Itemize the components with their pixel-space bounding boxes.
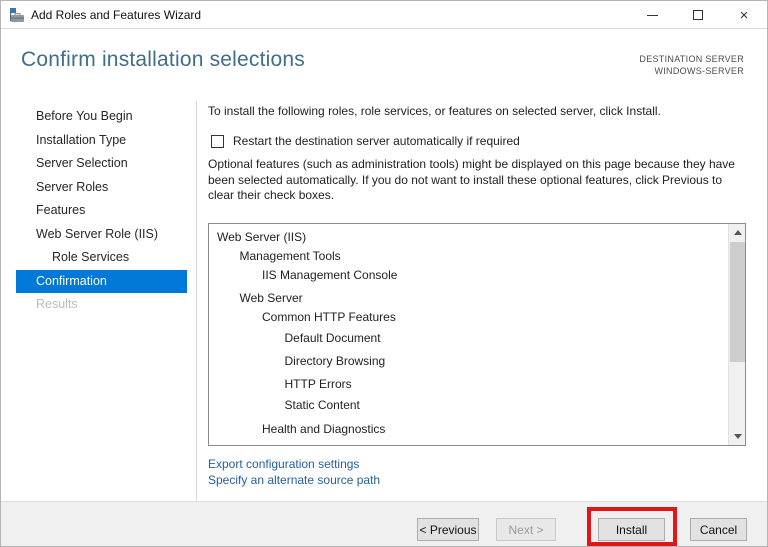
feature-tree-item: Common HTTP Features	[262, 310, 396, 324]
feature-tree: Web Server (IIS) Management Tools IIS Mana…	[209, 224, 728, 445]
minimize-button[interactable]	[629, 1, 675, 29]
sidebar-item-results: Results	[36, 297, 78, 311]
minimize-icon	[646, 14, 658, 16]
feature-tree-item: Default Document	[284, 331, 381, 345]
optional-features-note: Optional features (such as administratio…	[208, 157, 735, 202]
maximize-icon	[693, 10, 703, 20]
chevron-up-icon	[733, 230, 742, 235]
title-bar: Add Roles and Features Wizard ×	[1, 1, 767, 29]
sidebar-divider	[196, 101, 197, 501]
chevron-down-icon	[733, 434, 742, 439]
close-button[interactable]: ×	[721, 1, 767, 29]
footer-links: Export configuration settings Specify an …	[208, 456, 380, 488]
sidebar-item-role-services[interactable]: Role Services	[16, 246, 187, 270]
scroll-down-button[interactable]	[729, 428, 745, 445]
restart-checkbox-label: Restart the destination server automatic…	[233, 134, 520, 148]
window-title: Add Roles and Features Wizard	[31, 7, 202, 22]
feature-tree-item: Web Server (IIS)	[217, 230, 307, 244]
feature-tree-item: Directory Browsing	[284, 354, 386, 368]
feature-tree-item: Web Server	[239, 291, 303, 305]
link-export-configuration-settings[interactable]: Export configuration settings	[208, 456, 380, 472]
scroll-up-button[interactable]	[729, 224, 745, 241]
maximize-button[interactable]	[675, 1, 721, 29]
feature-tree-item: Management Tools	[239, 249, 341, 263]
sidebar-item-before-you-begin[interactable]: Before You Begin	[16, 105, 187, 129]
close-icon: ×	[739, 6, 749, 24]
link-specify-an-alternate-source-path[interactable]: Specify an alternate source path	[208, 472, 380, 488]
install-button[interactable]: Install	[598, 518, 665, 541]
destination-server-name: WINDOWS-SERVER	[654, 66, 744, 76]
sidebar-item-features[interactable]: Features	[16, 199, 187, 223]
feature-tree-item: Health and Diagnostics	[262, 422, 386, 436]
intro-text: To install the following roles, role ser…	[208, 104, 661, 118]
destination-server-block: DESTINATION SERVER WINDOWS-SERVER	[639, 53, 744, 77]
feature-tree-item: Static Content	[284, 398, 360, 412]
selected-features-listbox[interactable]: Web Server (IIS) Management Tools IIS Mana…	[208, 223, 746, 446]
destination-server-label: DESTINATION SERVER	[639, 54, 744, 64]
cancel-button[interactable]: Cancel	[690, 518, 747, 541]
scrollbar-thumb[interactable]	[730, 242, 745, 362]
page-title: Confirm installation selections	[21, 48, 305, 71]
sidebar-item-installation-type[interactable]: Installation Type	[16, 129, 187, 153]
restart-checkbox-row[interactable]: Restart the destination server automatic…	[211, 134, 520, 148]
wizard-footer: < Previous Next > Install Cancel	[1, 502, 767, 546]
wizard-window: Add Roles and Features Wizard × Confirm …	[0, 0, 768, 547]
next-button: Next >	[496, 518, 556, 541]
sidebar-item-server-selection[interactable]: Server Selection	[16, 152, 187, 176]
restart-checkbox[interactable]	[211, 134, 224, 148]
server-manager-icon	[10, 7, 24, 22]
feature-tree-item: IIS Management Console	[262, 268, 398, 282]
window-controls: ×	[629, 1, 767, 29]
feature-tree-item: HTTP Errors	[284, 377, 352, 391]
previous-button[interactable]: < Previous	[417, 518, 479, 541]
sidebar-item-confirmation[interactable]: Confirmation	[16, 269, 187, 293]
wizard-steps-sidebar: Before You Begin Installation Type Server …	[16, 105, 187, 317]
sidebar-item-server-roles[interactable]: Server Roles	[16, 176, 187, 200]
sidebar-item-web-server-role-iis[interactable]: Web Server Role (IIS)	[16, 223, 187, 247]
feature-tree-item: HTTP Logging	[209, 441, 728, 445]
listbox-scrollbar[interactable]	[728, 224, 745, 445]
